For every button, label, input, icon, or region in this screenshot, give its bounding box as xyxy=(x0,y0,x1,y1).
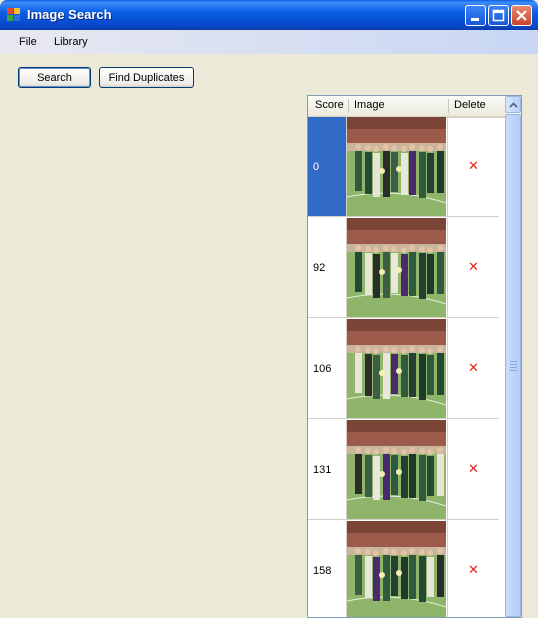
photo-thumbnail xyxy=(346,218,447,317)
app-icon xyxy=(7,8,21,22)
scroll-grip xyxy=(510,361,517,362)
maximize-icon xyxy=(492,9,505,22)
column-divider xyxy=(348,99,349,113)
delete-cell: ✕ xyxy=(448,420,499,520)
scroll-grip xyxy=(510,367,517,368)
minimize-button[interactable] xyxy=(465,5,486,26)
menu-library[interactable]: Library xyxy=(54,36,88,48)
delete-cell: ✕ xyxy=(448,117,499,217)
image-cell[interactable] xyxy=(346,420,448,520)
score-cell[interactable]: 92 xyxy=(308,218,347,318)
maximize-button[interactable] xyxy=(488,5,509,26)
photo-thumbnail xyxy=(346,420,447,519)
chevron-up-icon xyxy=(508,101,518,108)
close-icon xyxy=(516,10,527,21)
table-row[interactable]: 0 ✕ xyxy=(308,117,499,218)
table-row[interactable]: 92 ✕ xyxy=(308,218,499,319)
scroll-grip xyxy=(510,364,517,365)
image-cell[interactable] xyxy=(346,218,448,318)
delete-icon[interactable]: ✕ xyxy=(468,361,479,376)
delete-icon[interactable]: ✕ xyxy=(468,159,479,174)
score-cell[interactable]: 106 xyxy=(308,319,347,419)
scroll-thumb[interactable] xyxy=(505,114,521,617)
score-cell[interactable]: 158 xyxy=(308,521,347,617)
delete-icon[interactable]: ✕ xyxy=(468,462,479,477)
photo-thumbnail xyxy=(346,319,447,418)
minimize-icon xyxy=(471,18,479,21)
column-header-delete[interactable]: Delete xyxy=(454,99,486,111)
scroll-up-button[interactable] xyxy=(505,96,521,113)
close-button[interactable] xyxy=(511,5,532,26)
photo-thumbnail xyxy=(346,521,447,617)
table-row[interactable]: 131 ✕ xyxy=(308,420,499,521)
delete-icon[interactable]: ✕ xyxy=(468,260,479,275)
column-header-image[interactable]: Image xyxy=(354,99,385,111)
search-button[interactable]: Search xyxy=(18,67,91,88)
vertical-scrollbar[interactable] xyxy=(505,96,521,617)
grid-header: Score Image Delete xyxy=(308,96,505,118)
column-header-score[interactable]: Score xyxy=(315,99,344,111)
image-cell[interactable] xyxy=(346,117,448,217)
column-divider xyxy=(448,99,449,113)
window-title: Image Search xyxy=(27,7,112,22)
delete-cell: ✕ xyxy=(448,521,499,617)
score-cell[interactable]: 131 xyxy=(308,420,347,520)
delete-cell: ✕ xyxy=(448,319,499,419)
title-bar[interactable]: Image Search xyxy=(0,0,538,30)
find-duplicates-button[interactable]: Find Duplicates xyxy=(99,67,194,88)
score-cell[interactable]: 0 xyxy=(308,117,347,217)
image-cell[interactable] xyxy=(346,521,448,617)
table-row[interactable]: 158 ✕ xyxy=(308,521,499,617)
photo-thumbnail xyxy=(346,117,447,216)
menu-bar: File Library xyxy=(0,30,538,54)
table-row[interactable]: 106 ✕ xyxy=(308,319,499,420)
delete-cell: ✕ xyxy=(448,218,499,318)
scroll-grip xyxy=(510,370,517,371)
image-cell[interactable] xyxy=(346,319,448,419)
results-grid[interactable]: Score Image Delete 0 ✕ 92 ✕ 106 ✕ 131 ✕ 158 ✕ xyxy=(307,95,522,618)
delete-icon[interactable]: ✕ xyxy=(468,563,479,578)
menu-file[interactable]: File xyxy=(19,36,37,48)
